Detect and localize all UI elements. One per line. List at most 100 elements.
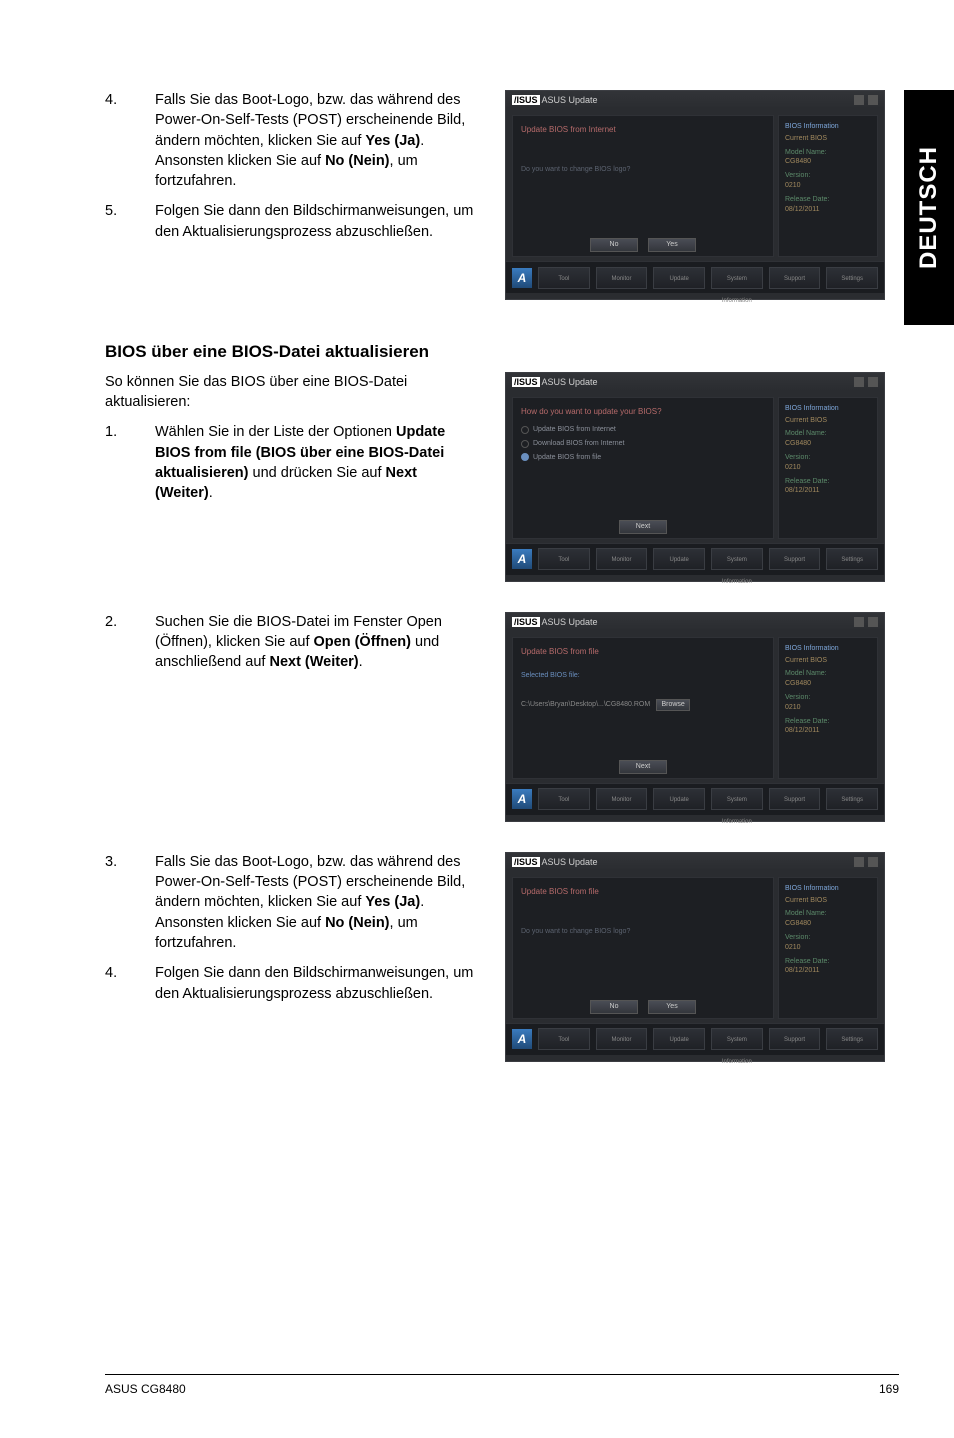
bold: Yes (Ja): [365, 133, 420, 149]
block-c-text: 2. Suchen Sie die BIOS-Datei im Fenster …: [105, 612, 475, 683]
step-3: 3. Falls Sie das Boot-Logo, bzw. das wäh…: [105, 852, 475, 953]
footer-left: ASUS CG8480: [105, 1381, 186, 1398]
block-c-image: /ISUS ASUS Update Update BIOS from file …: [505, 612, 899, 822]
text: .: [209, 485, 213, 501]
close-icon[interactable]: [868, 377, 878, 387]
footer-tool[interactable]: Tool: [538, 548, 590, 570]
pane-header: How do you want to update your BIOS?: [521, 406, 765, 417]
opt-file[interactable]: Update BIOS from file: [521, 453, 765, 463]
version-label: Version:: [785, 693, 871, 703]
no-button[interactable]: No: [590, 238, 638, 252]
page-footer: ASUS CG8480 169: [105, 1374, 899, 1398]
bold: Open (Öffnen): [314, 634, 411, 650]
no-button[interactable]: No: [590, 1000, 638, 1014]
block-d-image: /ISUS ASUS Update Update BIOS from file …: [505, 852, 899, 1062]
footer-monitor[interactable]: Monitor: [596, 267, 648, 289]
footer-update[interactable]: Update: [653, 548, 705, 570]
info-pane: BIOS Information Current BIOS Model Name…: [778, 115, 878, 257]
brand-icon: A: [512, 268, 532, 288]
next-button[interactable]: Next: [619, 520, 667, 534]
date-label: Release Date:: [785, 957, 871, 967]
footer-sysinfo[interactable]: System Information: [711, 1028, 763, 1050]
info-pane: BIOS Information Current BIOS Model Name…: [778, 637, 878, 779]
screenshot-3: /ISUS ASUS Update Update BIOS from file …: [505, 612, 885, 822]
close-icon[interactable]: [868, 617, 878, 627]
step-body: Falls Sie das Boot-Logo, bzw. das währen…: [155, 90, 475, 191]
close-icon[interactable]: [868, 857, 878, 867]
info-header: BIOS Information: [785, 122, 871, 132]
minimize-icon[interactable]: [854, 377, 864, 387]
footer-update[interactable]: Update: [653, 788, 705, 810]
footer-page-number: 169: [879, 1381, 899, 1398]
opt-internet[interactable]: Update BIOS from Internet: [521, 425, 765, 435]
nav-buttons: No Yes: [590, 1000, 696, 1014]
footer-bar: A Tool Monitor Update System Information…: [506, 543, 884, 575]
window-controls: [854, 617, 878, 627]
opt-download[interactable]: Download BIOS from Internet: [521, 439, 765, 449]
minimize-icon[interactable]: [854, 95, 864, 105]
footer-settings[interactable]: Settings: [826, 267, 878, 289]
footer-settings[interactable]: Settings: [826, 788, 878, 810]
info-current: Current BIOS: [785, 416, 871, 426]
window-title: /ISUS ASUS Update: [512, 94, 598, 107]
brand-icon: A: [512, 549, 532, 569]
step-5a: 5. Folgen Sie dann den Bildschirmanweisu…: [105, 201, 475, 242]
step-4a: 4. Falls Sie das Boot-Logo, bzw. das wäh…: [105, 90, 475, 191]
main-pane: Update BIOS from file Selected BIOS file…: [512, 637, 774, 779]
block-d: 3. Falls Sie das Boot-Logo, bzw. das wäh…: [105, 852, 899, 1062]
step-body: Folgen Sie dann den Bildschirmanweisunge…: [155, 963, 475, 1004]
footer-settings[interactable]: Settings: [826, 1028, 878, 1050]
yes-button[interactable]: Yes: [648, 1000, 696, 1014]
info-header: BIOS Information: [785, 644, 871, 654]
footer-support[interactable]: Support: [769, 548, 821, 570]
next-button[interactable]: Next: [619, 760, 667, 774]
footer-sysinfo[interactable]: System Information: [711, 788, 763, 810]
close-icon[interactable]: [868, 95, 878, 105]
footer-support[interactable]: Support: [769, 267, 821, 289]
nav-buttons: No Yes: [590, 238, 696, 252]
step-num: 3.: [105, 852, 125, 953]
footer-tool[interactable]: Tool: [538, 267, 590, 289]
bold: Yes (Ja): [365, 894, 420, 910]
footer-support[interactable]: Support: [769, 1028, 821, 1050]
screenshot-4: /ISUS ASUS Update Update BIOS from file …: [505, 852, 885, 1062]
screenshot-2: /ISUS ASUS Update How do you want to upd…: [505, 372, 885, 582]
block-a-text: 4. Falls Sie das Boot-Logo, bzw. das wäh…: [105, 90, 475, 252]
window-controls: [854, 857, 878, 867]
info-header: BIOS Information: [785, 404, 871, 414]
footer-tool[interactable]: Tool: [538, 1028, 590, 1050]
version-value: 0210: [785, 943, 871, 953]
yes-button[interactable]: Yes: [648, 238, 696, 252]
step-num: 4.: [105, 963, 125, 1004]
model-label: Model Name:: [785, 669, 871, 679]
main-pane: Update BIOS from file Do you want to cha…: [512, 877, 774, 1019]
block-b-text: So können Sie das BIOS über eine BIOS-Da…: [105, 372, 475, 514]
footer-monitor[interactable]: Monitor: [596, 548, 648, 570]
footer-settings[interactable]: Settings: [826, 548, 878, 570]
browse-button[interactable]: Browse: [656, 699, 690, 711]
footer-sysinfo[interactable]: System Information: [711, 267, 763, 289]
model-label: Model Name:: [785, 148, 871, 158]
minimize-icon[interactable]: [854, 857, 864, 867]
page-content: 4. Falls Sie das Boot-Logo, bzw. das wäh…: [0, 0, 954, 1438]
footer-tool[interactable]: Tool: [538, 788, 590, 810]
date-value: 08/12/2011: [785, 205, 871, 215]
main-pane: How do you want to update your BIOS? Upd…: [512, 397, 774, 539]
window-title: /ISUS ASUS Update: [512, 616, 598, 629]
minimize-icon[interactable]: [854, 617, 864, 627]
footer-update[interactable]: Update: [653, 267, 705, 289]
pane-body: Do you want to change BIOS logo?: [521, 165, 765, 175]
window-titlebar: /ISUS ASUS Update: [506, 373, 884, 391]
step-body: Falls Sie das Boot-Logo, bzw. das währen…: [155, 852, 475, 953]
pane-body: Do you want to change BIOS logo?: [521, 927, 765, 937]
date-value: 08/12/2011: [785, 486, 871, 496]
step-num: 2.: [105, 612, 125, 673]
footer-support[interactable]: Support: [769, 788, 821, 810]
step-2: 2. Suchen Sie die BIOS-Datei im Fenster …: [105, 612, 475, 673]
footer-monitor[interactable]: Monitor: [596, 788, 648, 810]
window-titlebar: /ISUS ASUS Update: [506, 91, 884, 109]
footer-update[interactable]: Update: [653, 1028, 705, 1050]
footer-sysinfo[interactable]: System Information: [711, 548, 763, 570]
footer-monitor[interactable]: Monitor: [596, 1028, 648, 1050]
info-current: Current BIOS: [785, 134, 871, 144]
